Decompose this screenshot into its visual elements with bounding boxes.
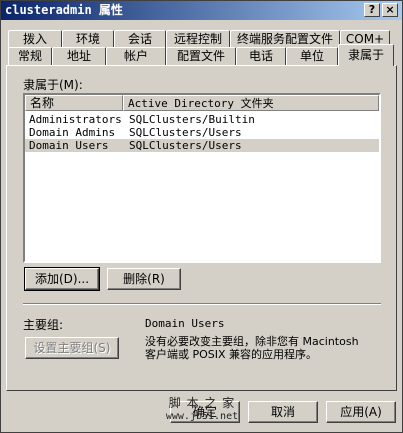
tab-label: 地址 xyxy=(66,49,91,63)
remove-button[interactable]: 删除(R) xyxy=(107,268,181,290)
tab-general[interactable]: 常规 xyxy=(8,47,52,65)
group-name: Domain Admins xyxy=(29,126,116,139)
tab-telephones[interactable]: 电话 xyxy=(236,47,286,65)
group-name: Administrators xyxy=(29,113,122,126)
tab-dial-in[interactable]: 拨入 xyxy=(8,30,62,48)
column-header-name[interactable]: 名称 xyxy=(25,95,123,111)
add-button[interactable]: 添加(D)... xyxy=(24,267,100,291)
cancel-button[interactable]: 取消 xyxy=(248,401,318,423)
primary-group-label: 主要组: xyxy=(23,318,64,332)
group-folder: SQLClusters/Users xyxy=(129,126,242,139)
set-primary-group-button[interactable]: 设置主要组(S) xyxy=(25,337,119,359)
tab-terminal-services-profile[interactable]: 终端服务配置文件 xyxy=(230,30,340,48)
tab-sessions[interactable]: 会话 xyxy=(114,30,166,48)
add-button-label: 添加(D)... xyxy=(34,272,90,286)
tab-label: 电话 xyxy=(248,49,273,63)
watermark-line2: www.jb51.net xyxy=(165,411,239,422)
help-icon: ? xyxy=(368,3,376,16)
divider xyxy=(23,303,381,305)
tab-label: 会话 xyxy=(127,32,152,46)
tab-account[interactable]: 帐户 xyxy=(106,47,166,65)
list-item[interactable]: Domain Admins SQLClusters/Users xyxy=(25,126,379,139)
list-item-selected[interactable]: Domain Users SQLClusters/Users xyxy=(25,139,379,152)
tab-remote-control[interactable]: 远程控制 xyxy=(166,30,230,48)
group-folder: SQLClusters/Users xyxy=(129,139,242,152)
tab-label: 单位 xyxy=(299,49,324,63)
title-bar: clusteradmin 属性 xyxy=(1,1,402,20)
tab-label: 帐户 xyxy=(123,49,148,63)
tab-profile[interactable]: 配置文件 xyxy=(166,47,236,65)
tab-organization[interactable]: 单位 xyxy=(286,47,338,65)
tab-label: 拨入 xyxy=(22,32,47,46)
tab-label: 配置文件 xyxy=(176,49,225,63)
apply-button-label: 应用(A) xyxy=(340,405,382,419)
tab-member-of[interactable]: 隶属于 xyxy=(338,44,394,66)
groups-list[interactable]: 名称 Active Directory 文件夹 Administrators S… xyxy=(23,93,381,263)
tab-environment[interactable]: 环境 xyxy=(62,30,114,48)
tab-label: 终端服务配置文件 xyxy=(236,32,333,46)
tab-label: 环境 xyxy=(75,32,100,46)
tab-label: 隶属于 xyxy=(347,48,384,62)
help-button[interactable]: ? xyxy=(364,3,380,17)
close-icon: × xyxy=(385,3,395,16)
primary-group-value: Domain Users xyxy=(145,317,225,330)
watermark: 脚 本 之 家 www.jb51.net xyxy=(160,396,244,430)
primary-group-note-line2: 客户端或 POSIX 兼容的应用程序。 xyxy=(145,348,318,361)
apply-button[interactable]: 应用(A) xyxy=(326,401,396,423)
primary-group-note-line1: 没有必要改变主要组，除非您有 Macintosh xyxy=(145,335,359,348)
tab-address[interactable]: 地址 xyxy=(52,47,106,65)
tab-label: 远程控制 xyxy=(173,32,222,46)
column-header-folder[interactable]: Active Directory 文件夹 xyxy=(123,95,379,111)
remove-button-label: 删除(R) xyxy=(123,272,165,286)
close-button[interactable]: × xyxy=(382,3,398,17)
set-primary-group-label: 设置主要组(S) xyxy=(33,341,111,355)
cancel-button-label: 取消 xyxy=(270,405,295,419)
group-folder: SQLClusters/Builtin xyxy=(129,113,255,126)
member-of-label: 隶属于(M): xyxy=(23,78,83,92)
watermark-line1: 脚 本 之 家 xyxy=(168,396,236,410)
tab-label: 常规 xyxy=(17,49,42,63)
window-title: clusteradmin 属性 xyxy=(5,3,123,17)
group-name: Domain Users xyxy=(29,139,109,152)
primary-group-note: 没有必要改变主要组，除非您有 Macintosh 客户端或 POSIX 兼容的应… xyxy=(145,335,359,361)
list-item[interactable]: Administrators SQLClusters/Builtin xyxy=(25,113,379,126)
